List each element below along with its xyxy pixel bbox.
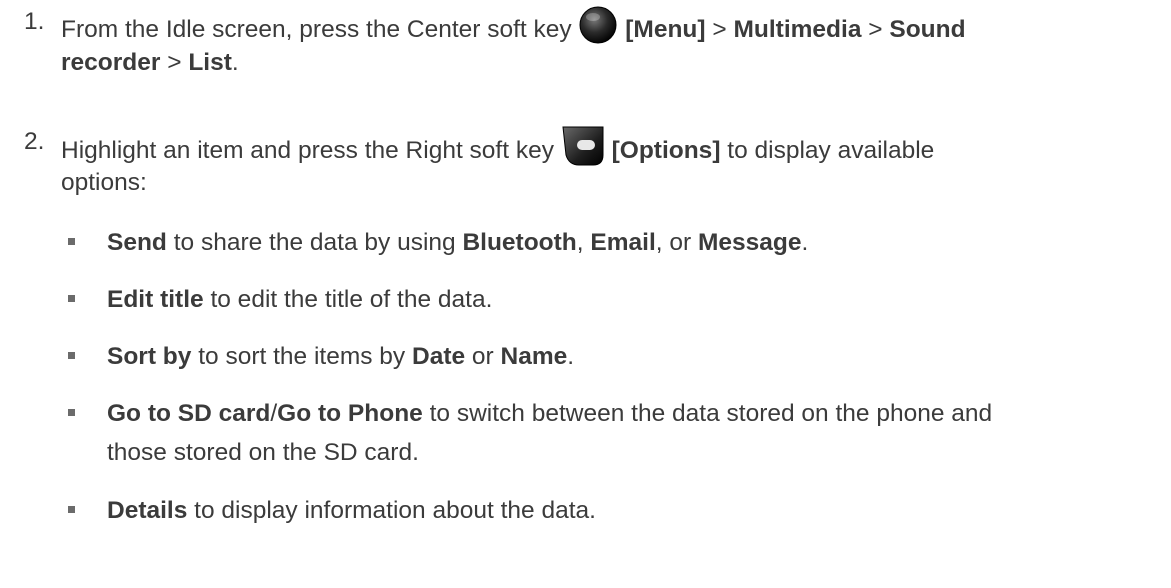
options-label: [Options]: [611, 137, 721, 165]
list-label: List: [188, 49, 232, 76]
right-soft-key-icon: [561, 125, 605, 173]
step-2-line-1: Highlight an item and press the Right so…: [61, 125, 934, 176]
bullet-icon: [68, 238, 75, 245]
sound-label: Sound: [889, 16, 966, 44]
multimedia-label: Multimedia: [733, 16, 862, 44]
instructions-document: 1. From the Idle screen, press the Cente…: [0, 0, 1171, 588]
center-soft-key-icon: [578, 5, 618, 51]
step-1-line-2: recorder > List.: [61, 49, 239, 76]
step-number: 1.: [24, 8, 45, 35]
bullet-icon: [68, 409, 75, 416]
step-number: 2.: [24, 128, 45, 155]
bullet-icon: [68, 506, 75, 513]
menu-label: [Menu]: [625, 16, 706, 44]
recorder-label: recorder: [61, 49, 161, 76]
step-2-line-2: options:: [61, 169, 147, 196]
bullet-icon: [68, 295, 75, 302]
step-1-line-1: From the Idle screen, press the Center s…: [61, 5, 966, 54]
bullet-icon: [68, 352, 75, 359]
